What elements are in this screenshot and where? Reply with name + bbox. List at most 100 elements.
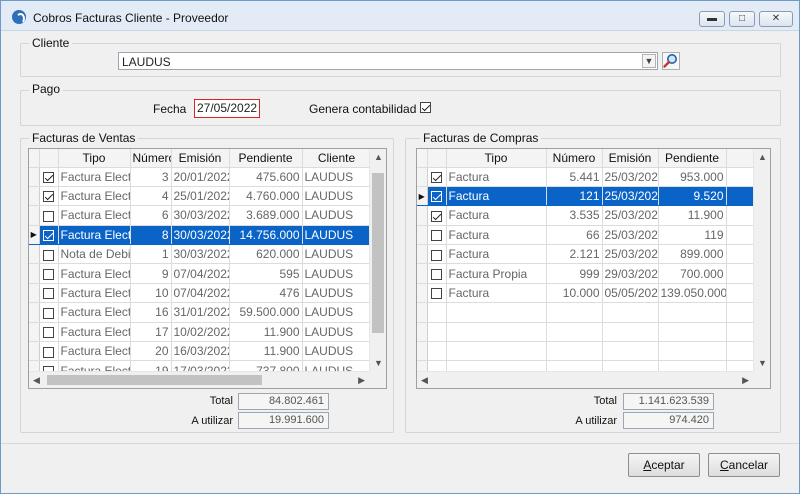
scroll-down-icon[interactable]: ▼ [758, 358, 767, 368]
row-indicator [29, 263, 40, 284]
scroll-left-icon[interactable]: ◀ [421, 375, 428, 386]
row-checkbox[interactable] [431, 268, 442, 280]
cell-emision: 07/04/2022 [171, 263, 230, 284]
row-checkbox[interactable] [431, 210, 442, 222]
table-row[interactable]: Factura3.53525/03/202211.900 [417, 205, 756, 226]
compras-horizontal-scrollbar[interactable]: ◀ ▶ [417, 371, 753, 388]
close-button[interactable]: ✕ [759, 11, 793, 27]
table-row[interactable]: Factura Elect 6 30/03/2022 3.689.000 LAUDUS [29, 205, 372, 226]
table-row[interactable]: Factura Propia99929/03/2022700.000 [417, 263, 756, 284]
fecha-input[interactable]: 27/05/2022 [194, 99, 260, 118]
table-row[interactable]: Factura10.00005/05/2022139.050.000 [417, 283, 756, 304]
row-checkbox[interactable] [431, 288, 442, 300]
cell-tipo: Factura [446, 283, 547, 304]
ventas-table: Tipo Número Emisión Pendiente Cliente Fa… [29, 149, 372, 381]
table-row[interactable]: Factura6625/03/2022119 [417, 225, 756, 246]
ventas-col-numero[interactable]: Número [130, 149, 172, 168]
cell-numero: 10 [130, 283, 172, 304]
cancelar-button[interactable]: Cancelar [708, 453, 780, 477]
scroll-down-icon[interactable]: ▼ [374, 358, 383, 368]
table-row[interactable]: Factura Elect 4 25/01/2022 4.760.000 LAUDUS [29, 186, 372, 207]
genera-contabilidad-checkbox[interactable] [420, 102, 431, 113]
ventas-horizontal-scrollbar[interactable]: ◀ ▶ [29, 371, 369, 388]
ventas-header-check [39, 149, 59, 168]
row-checkbox-cell [39, 341, 59, 362]
aceptar-button[interactable]: Aceptar [628, 453, 700, 477]
compras-col-tipo[interactable]: Tipo [446, 149, 547, 168]
row-checkbox[interactable] [43, 191, 54, 203]
compras-total-value: 1.141.623.539 [623, 393, 714, 410]
row-checkbox-cell [39, 186, 59, 207]
table-row[interactable]: Factura Elect 3 20/01/2022 475.600 LAUDUS [29, 167, 372, 187]
row-checkbox-cell [427, 167, 447, 187]
ventas-col-cliente[interactable]: Cliente [302, 149, 372, 168]
row-checkbox[interactable] [431, 172, 442, 184]
compras-col-numero[interactable]: Número [546, 149, 603, 168]
cliente-combobox[interactable]: LAUDUS ▼ [118, 52, 658, 70]
row-checkbox[interactable] [43, 327, 54, 339]
scroll-right-icon[interactable]: ▶ [742, 375, 749, 386]
compras-vertical-scrollbar[interactable]: ▲ ▼ [753, 149, 770, 371]
row-checkbox-cell [427, 205, 447, 226]
row-checkbox[interactable] [43, 230, 54, 242]
scroll-left-icon[interactable]: ◀ [33, 375, 40, 386]
cell-pendiente: 119 [658, 225, 727, 246]
cell-pendiente: 899.000 [658, 244, 727, 265]
row-indicator [417, 225, 428, 246]
ventas-grid[interactable]: Tipo Número Emisión Pendiente Cliente Fa… [28, 148, 387, 389]
compras-col-emision[interactable]: Emisión [602, 149, 659, 168]
ventas-col-emision[interactable]: Emisión [171, 149, 230, 168]
table-row[interactable]: ▶ Factura12125/03/20229.520 [417, 186, 756, 207]
table-row[interactable]: Factura Elect 20 16/03/2022 11.900 LAUDUS [29, 341, 372, 362]
compras-grid[interactable]: Tipo Número Emisión Pendiente Factura 5.4… [416, 148, 771, 389]
cell-tipo: Factura [446, 205, 547, 226]
cell-numero: 999 [546, 263, 603, 284]
row-checkbox[interactable] [431, 230, 442, 242]
title-bar[interactable]: Cobros Facturas Cliente - Proveedor ▬ □ … [1, 1, 799, 31]
row-checkbox[interactable] [431, 191, 442, 203]
ventas-utilizar-label: A utilizar [191, 415, 233, 427]
cell-cliente: LAUDUS [302, 225, 372, 246]
ventas-col-pendiente[interactable]: Pendiente [229, 149, 303, 168]
row-checkbox[interactable] [43, 172, 54, 184]
maximize-button[interactable]: □ [729, 11, 755, 27]
scroll-up-icon[interactable]: ▲ [374, 152, 383, 162]
table-row[interactable]: Nota de Debit 1 30/03/2022 620.000 LAUDUS [29, 244, 372, 265]
scroll-right-icon[interactable]: ▶ [358, 375, 365, 386]
row-checkbox[interactable] [431, 249, 442, 261]
ventas-vscroll-thumb[interactable] [372, 173, 384, 333]
table-row[interactable]: Factura Elect 16 31/01/2022 59.500.000 LAUDU… [29, 302, 372, 323]
cell-emision: 29/03/2022 [602, 263, 659, 284]
cell-cliente: LAUDUS [302, 322, 372, 343]
empty-cell [417, 341, 428, 362]
table-row[interactable]: Factura2.12125/03/2022899.000 [417, 244, 756, 265]
cell-numero: 4 [130, 186, 172, 207]
cell-extra [726, 167, 756, 187]
compras-col-pendiente[interactable]: Pendiente [658, 149, 727, 168]
ventas-vertical-scrollbar[interactable]: ▲ ▼ [369, 149, 386, 371]
cell-pendiente: 14.756.000 [229, 225, 303, 246]
minimize-button[interactable]: ▬ [699, 11, 725, 27]
row-checkbox[interactable] [43, 268, 54, 280]
ventas-hscroll-thumb[interactable] [47, 375, 262, 385]
ventas-col-tipo[interactable]: Tipo [58, 149, 131, 168]
scroll-up-icon[interactable]: ▲ [758, 152, 767, 162]
table-row[interactable]: Factura Elect 10 07/04/2022 476 LAUDUS [29, 283, 372, 304]
cell-tipo: Factura Elect [58, 341, 131, 362]
cell-emision: 31/01/2022 [171, 302, 230, 323]
table-row[interactable]: Factura5.44125/03/2022953.000 [417, 167, 756, 187]
row-checkbox[interactable] [43, 249, 54, 261]
cell-pendiente: 3.689.000 [229, 205, 303, 226]
table-row[interactable]: ▶ Factura Elect 8 30/03/2022 14.756.000 LAUDU… [29, 225, 372, 246]
empty-cell [602, 302, 659, 323]
row-checkbox[interactable] [43, 210, 54, 222]
table-row[interactable]: Factura Elect 9 07/04/2022 595 LAUDUS [29, 263, 372, 284]
empty-cell [446, 322, 547, 343]
app-logo-icon [12, 10, 26, 24]
row-checkbox[interactable] [43, 288, 54, 300]
row-checkbox[interactable] [43, 307, 54, 319]
magnifier-icon[interactable] [662, 52, 680, 70]
chevron-down-icon[interactable]: ▼ [642, 54, 656, 68]
row-checkbox[interactable] [43, 346, 54, 358]
table-row[interactable]: Factura Elect 17 10/02/2022 11.900 LAUDUS [29, 322, 372, 343]
